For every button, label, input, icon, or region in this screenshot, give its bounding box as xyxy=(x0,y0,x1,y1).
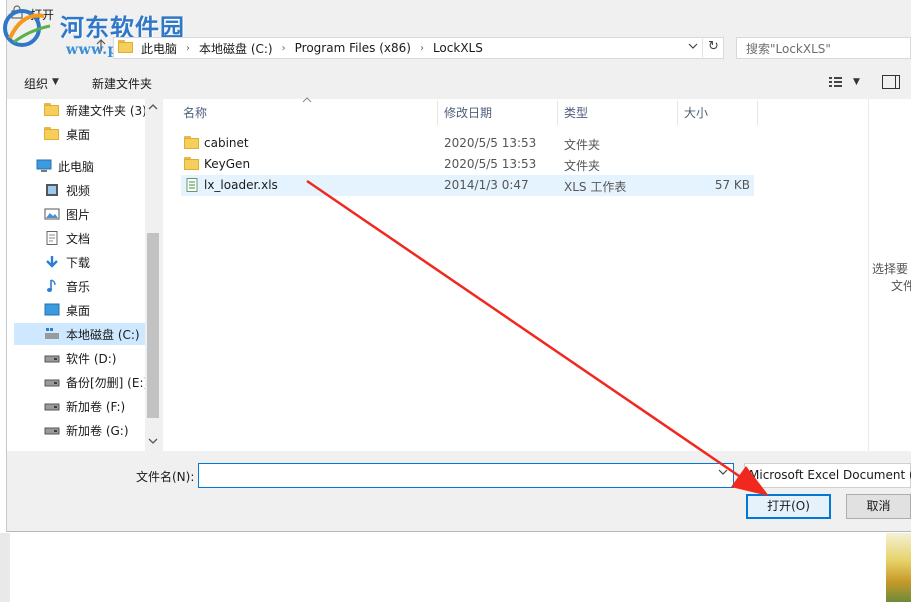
breadcrumb-drive-c[interactable]: 本地磁盘 (C:) xyxy=(196,40,276,57)
drive-icon xyxy=(44,351,60,365)
breadcrumb-program-files[interactable]: Program Files (x86) xyxy=(292,41,414,55)
column-header-name[interactable]: 名称 xyxy=(177,101,438,125)
desktop-icon xyxy=(44,303,60,317)
file-modified: 2020/5/5 13:53 xyxy=(444,157,537,171)
nav-item-this-pc[interactable]: 此电脑 xyxy=(14,155,154,177)
chevron-up-icon[interactable] xyxy=(145,101,161,117)
filename-label: 文件名(N): xyxy=(136,470,195,484)
nav-item-desktop[interactable]: 桌面 xyxy=(14,299,154,321)
file-type-filter-value: Microsoft Excel Document ( xyxy=(749,468,911,482)
caret-down-icon[interactable]: ▼ xyxy=(853,77,860,87)
open-button[interactable]: 打开(O) xyxy=(746,494,831,519)
nav-item-desktop-quick[interactable]: 桌面 xyxy=(14,123,154,145)
breadcrumb-separator-icon[interactable]: › xyxy=(180,43,196,54)
folder-icon xyxy=(44,127,60,141)
nav-item-label: 新加卷 (G:) xyxy=(66,423,129,438)
xls-file-icon xyxy=(184,178,200,192)
breadcrumb-lockxls[interactable]: LockXLS xyxy=(430,41,486,55)
nav-item-label: 新加卷 (F:) xyxy=(66,399,126,414)
nav-item-drive-g[interactable]: 新加卷 (G:) xyxy=(14,419,154,441)
file-name: cabinet xyxy=(204,136,249,150)
breadcrumb-separator-icon[interactable]: › xyxy=(276,43,292,54)
nav-item-drive-f[interactable]: 新加卷 (F:) xyxy=(14,395,154,417)
column-header-size[interactable]: 大小 xyxy=(678,101,758,125)
cancel-button[interactable]: 取消 xyxy=(846,494,911,519)
address-folder-icon xyxy=(118,40,134,54)
documents-icon xyxy=(44,231,60,245)
up-arrow-icon[interactable] xyxy=(92,38,110,56)
nav-item-label: 本地磁盘 (C:) xyxy=(66,327,140,342)
nav-item-pictures[interactable]: 图片 xyxy=(14,203,154,225)
background-image xyxy=(886,533,911,602)
breadcrumb: 此电脑 › 本地磁盘 (C:) › Program Files (x86) › … xyxy=(138,40,486,56)
nav-item-label: 备份[勿删] (E:) xyxy=(66,375,149,390)
preview-hint: 选择要 xyxy=(872,262,909,276)
nav-item-label: 下载 xyxy=(66,255,91,270)
folder-icon xyxy=(184,136,200,150)
organize-button[interactable]: 组织 xyxy=(24,75,48,92)
file-name: lx_loader.xls xyxy=(204,178,278,192)
search-placeholder: 搜索"LockXLS" xyxy=(746,42,831,56)
nav-item-drive-c[interactable]: 本地磁盘 (C:) xyxy=(14,323,154,345)
pictures-icon xyxy=(44,207,60,221)
file-modified: 2014/1/3 0:47 xyxy=(444,178,529,192)
file-type: XLS 工作表 xyxy=(564,180,627,194)
nav-scrollbar-thumb[interactable] xyxy=(147,233,159,418)
caret-down-icon[interactable]: ▼ xyxy=(52,77,59,87)
file-modified: 2020/5/5 13:53 xyxy=(444,136,537,150)
preview-pane-toggle-icon[interactable] xyxy=(882,75,900,89)
nav-item-label: 图片 xyxy=(66,207,91,222)
nav-item-label: 桌面 xyxy=(66,127,91,142)
chevron-down-icon[interactable] xyxy=(718,468,728,479)
nav-item-downloads[interactable]: 下载 xyxy=(14,251,154,273)
nav-item-label: 视频 xyxy=(66,183,91,198)
folder-icon xyxy=(44,103,60,117)
windows-drive-icon xyxy=(44,327,60,341)
nav-item-videos[interactable]: 视频 xyxy=(14,179,154,201)
nav-item-label: 此电脑 xyxy=(58,159,95,174)
file-name: KeyGen xyxy=(204,157,251,171)
nav-item-documents[interactable]: 文档 xyxy=(14,227,154,249)
folder-icon xyxy=(184,157,200,171)
file-type: 文件夹 xyxy=(564,159,601,173)
file-size: 57 KB xyxy=(714,178,750,192)
nav-item-label: 软件 (D:) xyxy=(66,351,117,366)
file-row-lx-loader[interactable]: lx_loader.xls 2014/1/3 0:47 XLS 工作表 57 K… xyxy=(181,175,754,196)
nav-item-label: 桌面 xyxy=(66,303,91,318)
video-icon xyxy=(44,183,60,197)
refresh-icon[interactable]: ↻ xyxy=(702,37,724,59)
nav-item-label: 文档 xyxy=(66,231,91,246)
preview-hint: 文件 xyxy=(891,279,911,293)
file-row-keygen[interactable]: KeyGen 2020/5/5 13:53 文件夹 xyxy=(181,154,754,175)
nav-item-new-folder-3[interactable]: 新建文件夹 (3) xyxy=(14,99,154,121)
download-icon xyxy=(44,255,60,269)
drive-icon xyxy=(44,399,60,413)
computer-icon xyxy=(36,159,52,173)
navigation-pane: 新建文件夹 (3) 桌面 此电脑 视频 图片 文档 下载 音乐 桌面 本地磁盘 … xyxy=(7,99,161,451)
column-header-modified[interactable]: 修改日期 xyxy=(438,101,558,125)
breadcrumb-separator-icon[interactable]: › xyxy=(414,43,430,54)
chevron-down-icon[interactable] xyxy=(686,40,700,56)
new-folder-button[interactable]: 新建文件夹 xyxy=(92,75,152,92)
column-header-type[interactable]: 类型 xyxy=(558,101,678,125)
music-icon xyxy=(44,279,60,293)
background-window-edge xyxy=(0,533,10,602)
file-row-cabinet[interactable]: cabinet 2020/5/5 13:53 文件夹 xyxy=(181,133,754,154)
filename-input[interactable] xyxy=(198,463,734,488)
nav-item-drive-d[interactable]: 软件 (D:) xyxy=(14,347,154,369)
drive-icon xyxy=(44,423,60,437)
view-options-icon[interactable] xyxy=(828,75,844,89)
watermark-logo-icon xyxy=(0,8,58,48)
nav-item-label: 新建文件夹 (3) xyxy=(66,103,147,118)
drive-icon xyxy=(44,375,60,389)
breadcrumb-this-pc[interactable]: 此电脑 xyxy=(138,40,180,57)
nav-item-music[interactable]: 音乐 xyxy=(14,275,154,297)
chevron-down-icon[interactable] xyxy=(145,435,161,451)
nav-item-drive-e[interactable]: 备份[勿删] (E:) xyxy=(14,371,154,393)
file-type: 文件夹 xyxy=(564,138,601,152)
nav-item-label: 音乐 xyxy=(66,279,91,294)
